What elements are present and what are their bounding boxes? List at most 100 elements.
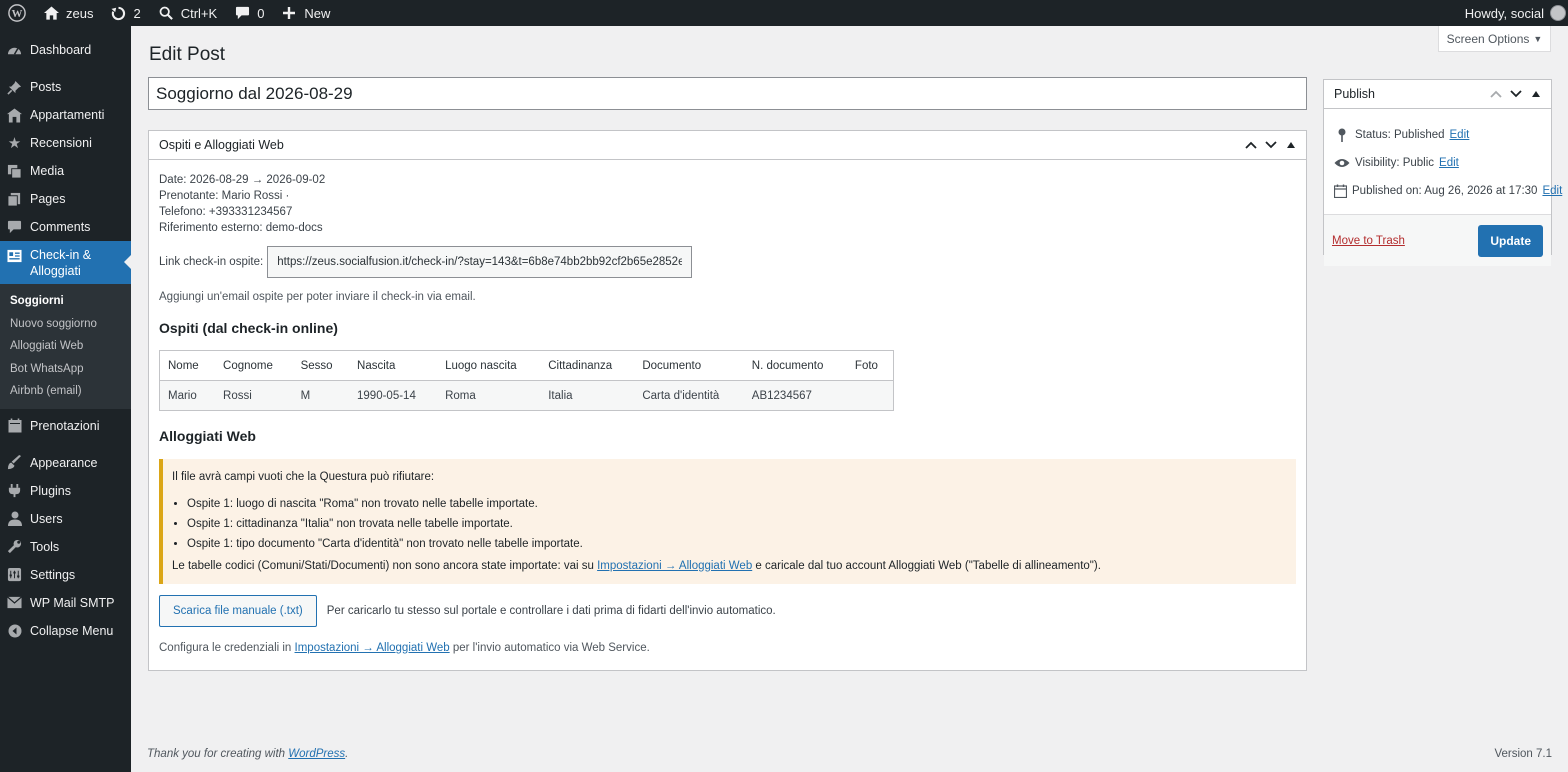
submenu-item-soggiorni[interactable]: Soggiorni [0, 290, 131, 313]
sidebar-item-collapse-menu[interactable]: Collapse Menu [0, 617, 131, 645]
column-header: Nascita [349, 350, 438, 381]
update-button[interactable]: Update [1478, 224, 1543, 257]
sidebar-item-label: Dashboard [30, 43, 92, 57]
sidebar-item-dashboard[interactable]: Dashboard [0, 36, 131, 64]
submenu-item-airbnb-email[interactable]: Airbnb (email) [0, 380, 131, 403]
sidebar-item-comments[interactable]: Comments [0, 213, 131, 241]
star-icon: ★ [7, 135, 22, 152]
mail-icon [7, 595, 22, 610]
updates-icon [109, 4, 127, 22]
command-palette-button[interactable]: Ctrl+K [149, 0, 225, 26]
dashboard-icon [7, 43, 22, 58]
notice-footer-text: Le tabelle codici (Comuni/Stati/Document… [172, 560, 598, 572]
eye-icon [1334, 158, 1350, 168]
submenu-item-nuovo-soggiorno[interactable]: Nuovo soggiorno [0, 313, 131, 336]
notice-list: Ospite 1: luogo di nascita "Roma" non tr… [187, 494, 1286, 554]
move-to-trash-link[interactable]: Move to Trash [1332, 235, 1405, 247]
comment-icon [7, 220, 22, 235]
wrench-icon [7, 539, 22, 554]
column-header: Cognome [215, 350, 293, 381]
sidebar-item-label: Plugins [30, 483, 71, 498]
sidebar-item-check-in-alloggiati[interactable]: Check-in & Alloggiati [0, 241, 131, 284]
footer-thanks: Thank you for creating with WordPress. [147, 748, 348, 760]
table-cell: AB1234567 [743, 380, 847, 411]
table-cell: Carta d'identità [634, 380, 744, 411]
table-header-row: Nome Cognome Sesso Nascita Luogo nascita… [159, 350, 894, 381]
sidebar-item-wp-mail-smtp[interactable]: WP Mail SMTP [0, 589, 131, 617]
sidebar-item-plugins[interactable]: Plugins [0, 477, 131, 505]
ospiti-metabox: Ospiti e Alloggiati Web Date: 2026-08-29… [148, 130, 1307, 671]
new-content-button[interactable]: New [272, 0, 338, 26]
site-name-link[interactable]: zeus [34, 0, 101, 26]
table-cell: Roma [437, 380, 541, 411]
sidebar-item-posts[interactable]: Posts [0, 73, 131, 101]
published-on-prefix: Published on: [1352, 185, 1425, 197]
collapse-icon [7, 623, 22, 638]
home-icon [42, 4, 60, 22]
published-on-date: Aug 26, 2026 at 17:30 [1424, 185, 1538, 197]
sidebar-item-recensioni[interactable]: ★ Recensioni [0, 129, 131, 157]
checkin-link-field[interactable] [267, 246, 693, 278]
sidebar-item-prenotazioni[interactable]: Prenotazioni [0, 412, 131, 440]
wordpress-link[interactable]: WordPress [288, 748, 345, 760]
sidebar-item-settings[interactable]: Settings [0, 561, 131, 589]
settings-link[interactable]: Impostazioni → Alloggiati Web [597, 560, 752, 572]
publish-title: Publish [1334, 87, 1375, 101]
edit-date-link[interactable]: Edit [1542, 185, 1562, 197]
notice-item: Ospite 1: luogo di nascita "Roma" non tr… [187, 494, 1286, 514]
screen-options-button[interactable]: Screen Options ▼ [1438, 26, 1551, 52]
sidebar-item-label: Users [30, 511, 63, 526]
sidebar-item-appartamenti[interactable]: Appartamenti [0, 101, 131, 129]
toggle-panel-icon[interactable] [1282, 136, 1300, 154]
my-account-menu[interactable]: Howdy, social [1457, 0, 1568, 26]
pin-icon [1334, 128, 1350, 142]
move-down-icon[interactable] [1507, 85, 1525, 103]
move-up-icon[interactable] [1487, 85, 1505, 103]
edit-visibility-link[interactable]: Edit [1439, 157, 1459, 169]
sidebar-item-media[interactable]: Media [0, 157, 131, 185]
toggle-panel-icon[interactable] [1527, 85, 1545, 103]
email-hint: Aggiungi un'email ospite per poter invia… [159, 291, 476, 303]
metabox-header: Ospiti e Alloggiati Web [149, 131, 1306, 160]
updates-link[interactable]: 2 [101, 0, 148, 26]
settings-icon [7, 567, 22, 582]
wordpress-logo-icon: W [8, 4, 26, 22]
screen-options-label: Screen Options [1446, 31, 1530, 46]
media-icon [7, 164, 22, 179]
sidebar-item-pages[interactable]: Pages [0, 185, 131, 213]
wp-logo-button[interactable]: W [0, 0, 34, 26]
notice-item: Ospite 1: cittadinanza "Italia" non trov… [187, 514, 1286, 534]
submenu-item-alloggiati-web[interactable]: Alloggiati Web [0, 335, 131, 358]
new-label: New [304, 5, 331, 21]
calendar-icon [1334, 184, 1347, 198]
sidebar-item-label: Settings [30, 567, 76, 582]
post-title-input[interactable] [148, 77, 1307, 110]
metabox-title: Ospiti e Alloggiati Web [159, 138, 284, 152]
download-manual-file-button[interactable]: Scarica file manuale (.txt) [159, 595, 317, 627]
booker-name: Prenotante: Mario Rossi · [159, 190, 290, 202]
alloggiati-heading: Alloggiati Web [159, 428, 256, 444]
footer-version: Version 7.1 [1494, 748, 1552, 760]
edit-status-link[interactable]: Edit [1450, 129, 1470, 141]
credentials-text: Configura le credenziali in [159, 642, 295, 654]
comments-link[interactable]: 0 [225, 0, 272, 26]
sidebar-item-appearance[interactable]: Appearance [0, 449, 131, 477]
guests-heading: Ospiti (dal check-in online) [159, 320, 338, 336]
footer-thanks-text: . [345, 748, 349, 760]
move-up-icon[interactable] [1242, 136, 1260, 154]
submenu-item-bot-whatsapp[interactable]: Bot WhatsApp [0, 358, 131, 381]
column-header: N. documento [743, 350, 847, 381]
column-header: Nome [159, 350, 216, 381]
search-shortcut-label: Ctrl+K [180, 5, 218, 21]
sidebar-item-label: Comments [30, 220, 91, 234]
publish-date: Published on: Aug 26, 2026 at 17:30 Edit [1324, 177, 1562, 205]
publish-header: Publish [1324, 80, 1551, 109]
sidebar-item-label: Appearance [30, 455, 98, 470]
sidebar-item-tools[interactable]: Tools [0, 533, 131, 561]
move-down-icon[interactable] [1262, 136, 1280, 154]
notice-footer: Le tabelle codici (Comuni/Stati/Document… [172, 560, 1286, 572]
credentials-settings-link[interactable]: Impostazioni → Alloggiati Web [295, 642, 450, 654]
sidebar-item-users[interactable]: Users [0, 505, 131, 533]
sidebar-item-label: Pages [30, 192, 66, 206]
sidebar-item-label: Media [30, 164, 65, 178]
